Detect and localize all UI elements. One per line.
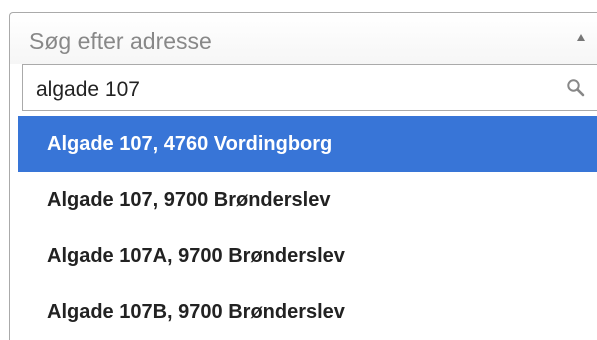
address-select[interactable]: Søg efter adresse: [9, 12, 597, 64]
triangle-up-icon[interactable]: [577, 34, 585, 41]
search-field[interactable]: algade 107: [22, 64, 597, 111]
result-item[interactable]: Algade 107, 4760 Vordingborg: [18, 116, 597, 172]
select-placeholder: Søg efter adresse: [29, 28, 212, 54]
result-item[interactable]: Algade 107A, 9700 Brønderslev: [18, 228, 597, 284]
address-select-widget: Søg efter adresse algade 107 Algade 107,…: [0, 0, 597, 340]
result-item[interactable]: Algade 107, 9700 Brønderslev: [18, 172, 597, 228]
search-input[interactable]: algade 107: [36, 77, 140, 103]
dropdown-panel: algade 107 Algade 107, 4760 Vordingborg …: [9, 64, 597, 340]
results-list: Algade 107, 4760 Vordingborg Algade 107,…: [18, 116, 597, 340]
magnifier-icon: [567, 79, 585, 97]
result-item[interactable]: Algade 107B, 9700 Brønderslev: [18, 284, 597, 340]
